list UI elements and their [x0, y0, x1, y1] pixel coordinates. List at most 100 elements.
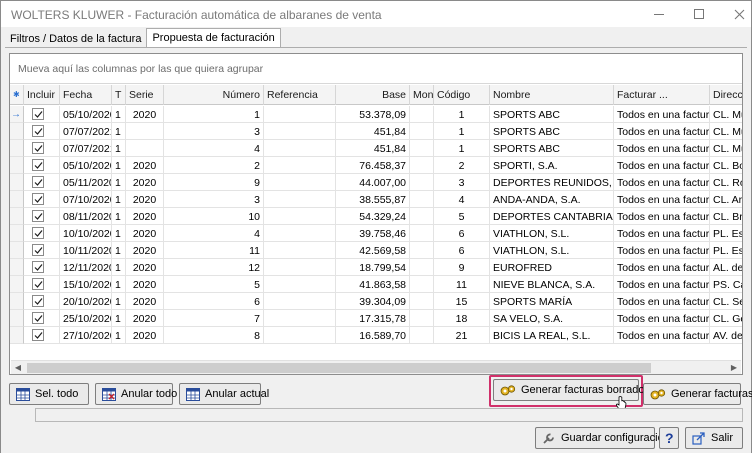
table-row[interactable]: 20/10/2020 1 2020 6 39.304,09 15 SPORTS MARÍA T… — [10, 293, 742, 310]
table-row[interactable]: 10/10/2020 1 2020 4 39.758,46 6 VIATHLON, S.L.… — [10, 225, 742, 242]
include-checkbox[interactable] — [32, 193, 44, 205]
cell-nombre: SA VELO, S.A. — [490, 310, 614, 327]
cell-direccion: CL. Munt — [710, 140, 742, 157]
table-row[interactable]: 10/11/2020 1 2020 11 42.569,58 6 VIATHLON, S.L… — [10, 242, 742, 259]
cell-nombre: BICIS LA REAL, S.L. — [490, 327, 614, 344]
include-checkbox[interactable] — [32, 108, 44, 120]
title-bar: WOLTERS KLUWER - Facturación automática … — [1, 1, 751, 27]
cell-base: 54.329,24 — [336, 208, 410, 225]
cell-base: 16.589,70 — [336, 327, 410, 344]
table-row[interactable]: 05/11/2020 1 2020 9 44.007,00 3 DEPORTES REUNI… — [10, 174, 742, 191]
cell-base: 39.758,46 — [336, 225, 410, 242]
maximize-button[interactable] — [677, 1, 721, 27]
include-checkbox[interactable] — [32, 295, 44, 307]
help-button[interactable]: ? — [659, 427, 679, 449]
cell-base: 17.315,78 — [336, 310, 410, 327]
row-indicator — [10, 174, 24, 191]
table-row[interactable]: → 05/10/2020 1 2020 1 53.378,09 1 SPORTS ABC Tod… — [10, 106, 742, 123]
table-row[interactable]: 07/10/2020 1 2020 3 38.555,87 4 ANDA-ANDA, S.A… — [10, 191, 742, 208]
include-checkbox[interactable] — [32, 278, 44, 290]
check-icon — [34, 111, 43, 118]
cell-direccion: PS. Caste — [710, 276, 742, 293]
cell-serie: 2020 — [126, 327, 164, 344]
exit-button[interactable]: Salir — [685, 427, 743, 449]
check-icon — [34, 315, 43, 322]
include-checkbox[interactable] — [32, 312, 44, 324]
tab-billing-proposal[interactable]: Propuesta de facturación — [146, 28, 281, 47]
column-header-nombre[interactable]: Nombre — [490, 85, 614, 105]
table-row[interactable]: 07/07/2021 1 3 451,84 1 SPORTS ABC Todos en un… — [10, 123, 742, 140]
horizontal-scrollbar[interactable]: ◀ ▶ — [11, 360, 741, 374]
save-configuration-button[interactable]: Guardar configuración — [535, 427, 670, 449]
grid-select-icon — [16, 387, 30, 401]
column-header-base[interactable]: Base — [336, 85, 410, 105]
scroll-left-icon[interactable]: ◀ — [11, 361, 25, 374]
include-checkbox[interactable] — [32, 227, 44, 239]
cell-base: 41.863,58 — [336, 276, 410, 293]
cell-t: 1 — [112, 208, 126, 225]
select-all-button[interactable]: Sel. todo — [9, 383, 89, 405]
cell-numero: 4 — [164, 140, 264, 157]
cell-referencia — [264, 259, 336, 276]
check-icon — [34, 213, 43, 220]
cell-codigo: 4 — [434, 191, 490, 208]
cell-direccion: AV. de A — [710, 327, 742, 344]
column-header-referencia[interactable]: Referencia — [264, 85, 336, 105]
table-row[interactable]: 12/11/2020 1 2020 12 18.799,54 9 EUROFRED Todos… — [10, 259, 742, 276]
column-header-numero[interactable]: Número — [164, 85, 264, 105]
cell-facturar: Todos en una factura — [614, 106, 710, 123]
close-icon — [734, 9, 744, 19]
include-checkbox[interactable] — [32, 261, 44, 273]
minimize-button[interactable] — [637, 1, 681, 27]
column-header-direccion[interactable]: Dirección — [710, 85, 742, 105]
cell-incluir — [24, 140, 60, 157]
cancel-current-button[interactable]: Anular actual — [179, 383, 269, 405]
cell-base: 38.555,87 — [336, 191, 410, 208]
cell-serie: 2020 — [126, 259, 164, 276]
cell-t: 1 — [112, 259, 126, 276]
column-header-mon[interactable]: Mon — [410, 85, 434, 105]
include-checkbox[interactable] — [32, 125, 44, 137]
include-checkbox[interactable] — [32, 142, 44, 154]
include-checkbox[interactable] — [32, 329, 44, 341]
column-header-facturar[interactable]: Facturar ... — [614, 85, 710, 105]
table-row[interactable]: 25/10/2020 1 2020 7 17.315,78 18 SA VELO, S.A.… — [10, 310, 742, 327]
include-checkbox[interactable] — [32, 210, 44, 222]
cell-numero: 1 — [164, 106, 264, 123]
cell-codigo: 6 — [434, 225, 490, 242]
table-row[interactable]: 07/07/2021 1 4 451,84 1 SPORTS ABC Todos en un… — [10, 140, 742, 157]
cell-base: 76.458,37 — [336, 157, 410, 174]
table-row[interactable]: 08/11/2020 1 2020 10 54.329,24 5 DEPORTES CANT… — [10, 208, 742, 225]
check-icon — [34, 247, 43, 254]
close-button[interactable] — [717, 1, 752, 27]
column-header-t[interactable]: T — [112, 85, 126, 105]
column-header-incluir[interactable]: Incluir — [24, 85, 60, 105]
table-row[interactable]: 05/10/2020 1 2020 2 76.458,37 2 SPORTI, S.A. To… — [10, 157, 742, 174]
cell-mon — [410, 140, 434, 157]
generate-invoices-button[interactable]: Generar facturas — [643, 383, 752, 405]
cell-direccion: PL. Espar — [710, 242, 742, 259]
cancel-all-button[interactable]: Anular todo — [95, 383, 177, 405]
table-row[interactable]: 15/10/2020 1 2020 5 41.863,58 11 NIEVE BLANCA,… — [10, 276, 742, 293]
include-checkbox[interactable] — [32, 159, 44, 171]
table-row[interactable]: 27/10/2020 1 2020 8 16.589,70 21 BICIS LA REAL… — [10, 327, 742, 344]
cell-base: 451,84 — [336, 123, 410, 140]
cell-serie: 2020 — [126, 225, 164, 242]
cell-nombre: DEPORTES CANTABRIA — [490, 208, 614, 225]
scroll-thumb[interactable] — [27, 363, 651, 373]
cell-mon — [410, 208, 434, 225]
tab-filters[interactable]: Filtros / Datos de la factura — [5, 29, 147, 47]
column-header-serie[interactable]: Serie — [126, 85, 164, 105]
cell-t: 1 — [112, 123, 126, 140]
status-bar — [35, 408, 743, 422]
cell-mon — [410, 106, 434, 123]
scroll-right-icon[interactable]: ▶ — [727, 361, 741, 374]
group-by-panel[interactable]: Mueva aquí las columnas por las que quie… — [10, 54, 742, 84]
include-checkbox[interactable] — [32, 176, 44, 188]
cell-fecha: 10/10/2020 — [60, 225, 112, 242]
column-header-fecha[interactable]: Fecha — [60, 85, 112, 105]
include-checkbox[interactable] — [32, 244, 44, 256]
cell-fecha: 12/11/2020 — [60, 259, 112, 276]
check-icon — [34, 162, 43, 169]
column-header-codigo[interactable]: Código — [434, 85, 490, 105]
